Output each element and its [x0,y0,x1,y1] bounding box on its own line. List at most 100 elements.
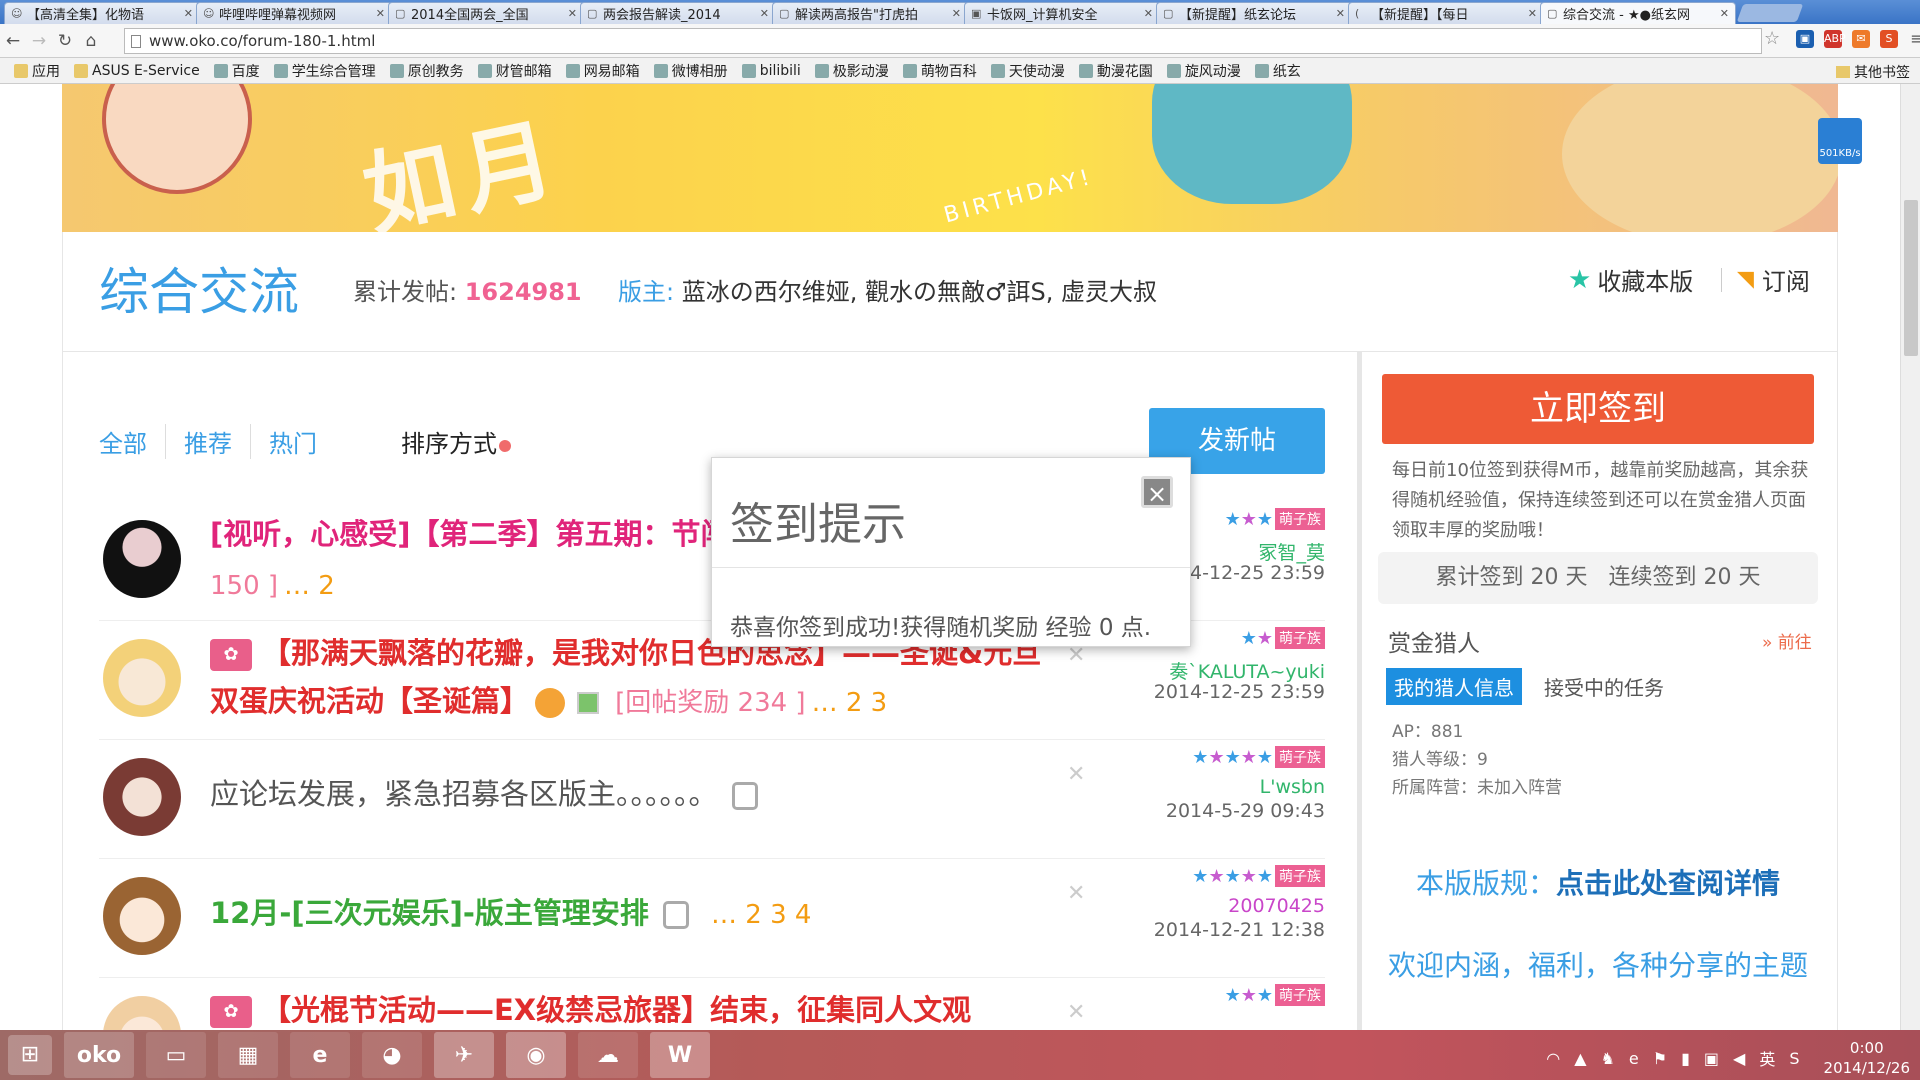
avatar[interactable] [103,758,181,836]
browser-tab[interactable]: ▢ 【新提醒】纸玄论坛 ✕ [1156,2,1352,24]
bookmark-item[interactable]: 旋风动漫 [1166,61,1241,81]
thread-title[interactable]: ✿ 【光棍节活动——EX级禁忌旅器】结束，征集同人文观 [210,986,1050,1030]
menu-icon[interactable]: ≡ [1908,30,1920,48]
browser-tab[interactable]: ▣ 卡饭网_计算机安全 ✕ [964,2,1160,24]
bookmark-item[interactable]: 原创教务 [389,61,464,81]
bookmark-star-icon[interactable]: ☆ [1764,28,1780,49]
bookmark-item[interactable]: 网易邮箱 [565,61,640,81]
close-icon[interactable]: ✕ [1067,1000,1085,1025]
close-tab-icon[interactable]: ✕ [1336,7,1345,20]
close-icon[interactable]: ✕ [1067,881,1085,906]
browser-tab[interactable]: ▢ 2014全国两会_全国 ✕ [388,2,584,24]
close-icon[interactable]: ✕ [1067,762,1085,787]
bookmark-item[interactable]: 微博相册 [653,61,728,81]
ime-icon[interactable]: S [1789,1049,1799,1068]
favorite-forum-button[interactable]: ★ 收藏本版 [1568,262,1693,297]
bounty-hunter-link[interactable]: » 前往 [1762,628,1812,653]
tab-accepted-tasks[interactable]: 接受中的任务 [1536,668,1672,705]
browser-tab[interactable]: ▢ 解读两高报告"打虎拍 ✕ [772,2,968,24]
thread-author[interactable]: L'wsbn [1139,776,1325,798]
thread-author[interactable]: 奏`KALUTA~yuki [1139,657,1325,684]
close-tab-icon[interactable]: ✕ [760,7,769,20]
flag-icon[interactable]: ⚑ [1653,1049,1667,1068]
bookmark-item[interactable]: bilibili [741,63,801,79]
bookmark-item[interactable]: 百度 [213,61,260,81]
chrome-icon[interactable]: ◉ [506,1032,566,1078]
close-tab-icon[interactable]: ✕ [1528,7,1537,20]
close-tab-icon[interactable]: ✕ [376,7,385,20]
bookmark-item[interactable]: 学生综合管理 [273,61,376,81]
pagination[interactable]: … 2 3 [812,688,888,718]
folder-icon[interactable]: ▭ [146,1032,206,1078]
close-tab-icon[interactable]: ✕ [184,7,193,20]
cloud-app-icon[interactable]: ☁ [578,1032,638,1078]
browser-tab[interactable]: (【新提醒】【每日 ✕ [1348,2,1544,24]
browser-tab[interactable]: ▢ 两会报告解读_2014 ✕ [580,2,776,24]
clock[interactable]: 0:00 2014/12/26 [1824,1038,1910,1078]
bookmark-item[interactable]: 极影动漫 [814,61,889,81]
avatar[interactable] [103,520,181,598]
pagination[interactable]: … 2 [284,571,335,601]
url-input[interactable]: www.oko.co/forum-180-1.html [124,28,1762,54]
bookmark-item[interactable]: ASUS E-Service [74,63,200,79]
ie-tray-icon[interactable]: e [1629,1049,1639,1068]
avatar[interactable] [103,639,181,717]
adblock-icon[interactable]: ABP [1824,30,1846,48]
extension-icon[interactable]: S [1880,30,1898,48]
start-button[interactable]: ⊞ [8,1035,52,1075]
thread-title[interactable]: 应论坛发展，紧急招募各区版主。。。。。。 [210,770,1050,820]
app-icon[interactable]: ▦ [218,1032,278,1078]
forward-icon[interactable]: → [26,31,52,51]
filter-all[interactable]: 全部 [99,424,166,459]
back-icon[interactable]: ← [0,31,26,51]
bookmark-item[interactable]: 财管邮箱 [477,61,552,81]
sort-dropdown[interactable]: 排序方式 [401,424,511,459]
browser-tab[interactable]: ▢ 综合交流 - ★●纸玄网 ✕ [1540,2,1736,24]
tray-app-icon[interactable]: ♞ [1601,1049,1615,1068]
filter-hot[interactable]: 热门 [269,424,335,459]
volume-icon[interactable]: ◀ [1733,1049,1745,1068]
bird-app-icon[interactable]: ✈ [434,1032,494,1078]
home-icon[interactable]: ⌂ [78,31,104,51]
thread-row[interactable]: 12月-[三次元娱乐]-版主管理安排 … 2 3 4 ✕ ★ ★ ★ ★ ★ 萌子族 20070… [99,859,1325,978]
rules-link[interactable]: 点击此处查阅详情 [1556,867,1780,900]
thread-author[interactable]: 20070425 [1139,895,1325,917]
extension-icon[interactable]: ✉ [1852,30,1870,48]
bookmark-item[interactable]: 纸玄 [1254,61,1301,81]
qq-icon[interactable]: ◕ [362,1032,422,1078]
subscribe-button[interactable]: ◥ 订阅 [1737,262,1810,297]
chevron-up-icon[interactable]: ▲ [1574,1049,1586,1068]
ie-icon[interactable]: e [290,1032,350,1078]
filter-recommended[interactable]: 推荐 [184,424,251,459]
thread-title[interactable]: 12月-[三次元娱乐]-版主管理安排 … 2 3 4 [210,889,1050,939]
thread-row[interactable]: 应论坛发展，紧急招募各区版主。。。。。。 ✕ ★ ★ ★ ★ ★ 萌子族 L'wsbn 2014… [99,740,1325,859]
new-tab-button[interactable] [1736,4,1804,22]
extension-icon[interactable]: ▣ [1796,30,1814,48]
pagination[interactable]: … 2 3 4 [711,900,811,930]
input-language[interactable]: 英 [1759,1046,1775,1070]
browser-tab[interactable]: ☺ 哔哩哔哩弹幕视频网 ✕ [196,2,392,24]
sign-in-button[interactable]: 立即签到 [1382,374,1814,444]
page-scrollbar[interactable] [1900,84,1920,1030]
close-icon[interactable]: × [1141,476,1173,508]
other-bookmarks[interactable]: 其他书签 [1836,62,1910,82]
network-icon[interactable]: ▣ [1704,1049,1719,1068]
battery-icon[interactable]: ▮ [1681,1049,1690,1068]
bookmark-item[interactable]: 应用 [14,61,60,81]
browser-tab[interactable]: ☺ 【高清全集】化物语 ✕ [4,2,200,24]
bookmark-item[interactable]: 動漫花園 [1078,61,1153,81]
word-icon[interactable]: W [650,1032,710,1078]
bookmark-item[interactable]: 萌物百科 [902,61,977,81]
avatar[interactable] [103,877,181,955]
ie-icon[interactable]: oko [64,1032,134,1078]
reload-icon[interactable]: ↻ [52,31,78,51]
thread-row[interactable]: ✿ 【光棍节活动——EX级禁忌旅器】结束，征集同人文观 ✕ ★ ★ ★ 萌子族 [99,978,1325,1030]
close-tab-icon[interactable]: ✕ [1720,7,1729,20]
bookmark-item[interactable]: 天使动漫 [990,61,1065,81]
scrollbar-thumb[interactable] [1904,200,1918,356]
close-tab-icon[interactable]: ✕ [952,7,961,20]
wifi-icon[interactable]: ◠ [1546,1049,1560,1068]
avatar[interactable] [103,996,181,1030]
tab-my-hunter-info[interactable]: 我的猎人信息 [1386,668,1522,705]
close-tab-icon[interactable]: ✕ [568,7,577,20]
